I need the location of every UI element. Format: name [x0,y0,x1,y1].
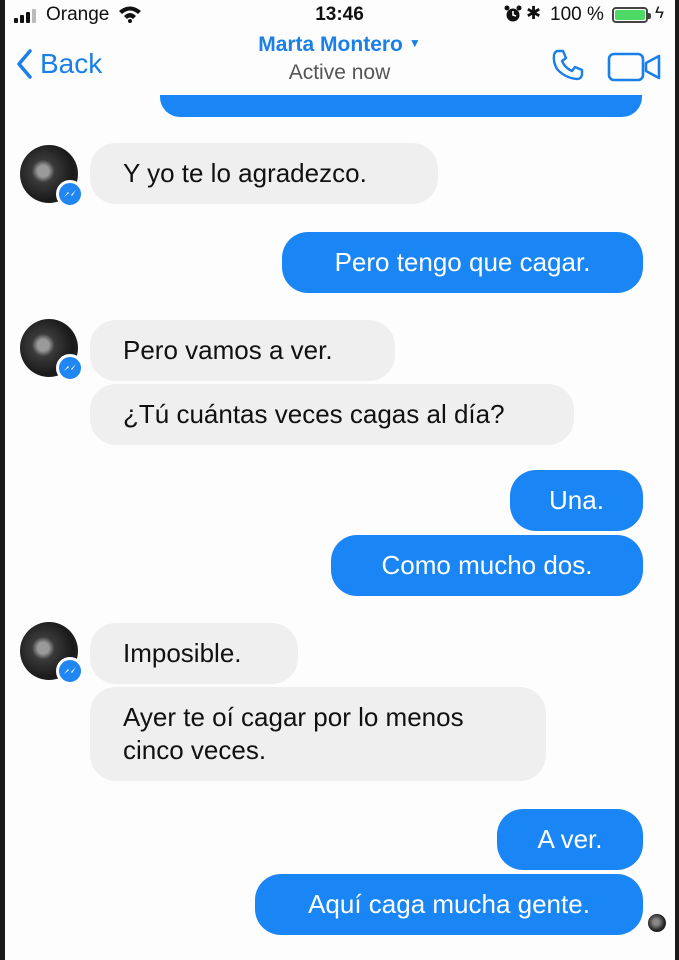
messenger-badge-icon [56,180,84,208]
caret-down-icon: ▼ [408,36,421,50]
alarm-icon [504,5,522,28]
read-receipt-avatar [648,914,666,932]
phone-icon [552,49,584,81]
message-bubble-incoming[interactable]: Y yo te lo agradezco. [90,143,438,204]
message-bubble-incoming[interactable]: Imposible. [90,623,298,684]
message-bubble-outgoing[interactable]: Pero tengo que cagar. [282,232,643,293]
bluetooth-icon: ✱ [526,3,542,23]
message-bubble-outgoing[interactable]: Una. [510,470,643,531]
battery-percent: 100 % [550,4,604,25]
message-bubble-outgoing[interactable]: A ver. [497,809,643,870]
battery-icon [612,7,651,23]
message-bubble-incoming[interactable]: ¿Tú cuántas veces cagas al día? [90,384,574,445]
conversation-header: Back Marta Montero ▼ Active now [0,30,679,102]
message-bubble-incoming[interactable]: Ayer te oí cagar por lo menos cinco vece… [90,687,546,781]
charging-icon: ϟ [655,3,664,22]
message-bubble-outgoing[interactable]: Como mucho dos. [331,535,643,596]
previous-message-bubble [160,95,642,117]
contact-name-label: Marta Montero [258,33,403,56]
status-bar: Orange 13:46 ✱ 100 % ϟ [0,0,679,30]
messenger-badge-icon [56,657,84,685]
phone-button[interactable] [551,48,585,87]
messenger-badge-icon [56,354,84,382]
message-bubble-incoming[interactable]: Pero vamos a ver. [90,320,395,381]
device-frame-left [0,0,5,960]
video-camera-icon [607,52,661,82]
message-bubble-outgoing[interactable]: Aquí caga mucha gente. [255,874,643,935]
video-call-button[interactable] [607,52,663,87]
device-frame-right [675,0,679,960]
